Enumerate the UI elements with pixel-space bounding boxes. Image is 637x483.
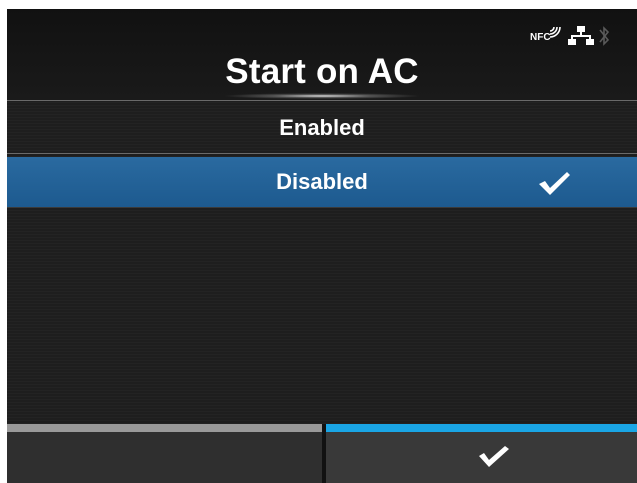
- bluetooth-icon: [599, 26, 610, 46]
- confirm-button[interactable]: [326, 424, 637, 483]
- divider: [7, 100, 637, 101]
- printer-settings-screen: NFC Start on AC Enabled Disabled: [7, 9, 637, 483]
- left-softkey-button[interactable]: [7, 424, 322, 483]
- option-disabled[interactable]: Disabled: [7, 157, 637, 207]
- nfc-icon: NFC: [530, 25, 564, 47]
- lan-icon: [568, 26, 594, 45]
- check-icon: [479, 446, 509, 467]
- option-label: Disabled: [276, 169, 368, 194]
- divider: [7, 207, 637, 208]
- option-enabled[interactable]: Enabled: [7, 104, 637, 152]
- softkey-bar: [7, 424, 637, 483]
- title-underline-glow: [222, 93, 422, 99]
- divider: [7, 153, 637, 154]
- status-icons: NFC: [530, 23, 610, 49]
- option-label: Enabled: [279, 115, 365, 140]
- page-title: Start on AC: [225, 52, 419, 91]
- title-bar: NFC Start on AC: [7, 9, 637, 100]
- check-icon: [539, 172, 570, 195]
